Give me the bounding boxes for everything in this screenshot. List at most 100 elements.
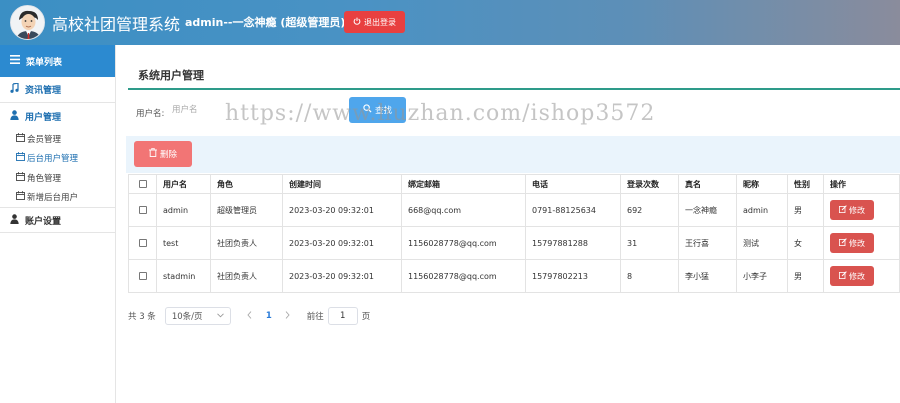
music-note-icon [10, 82, 19, 96]
chevron-down-icon [216, 311, 224, 321]
cell-role: 社团负责人 [210, 259, 283, 293]
calendar-icon [16, 133, 25, 145]
chevron-left-icon [247, 310, 252, 322]
menu-list-header: 菜单列表 [0, 45, 115, 77]
cell-login-count: 31 [620, 226, 679, 260]
row-select-cell [128, 193, 157, 227]
column-header-real-name: 真名 [678, 174, 737, 194]
column-header-phone: 电话 [525, 174, 621, 194]
row-checkbox[interactable] [138, 206, 147, 214]
table-header-row: 用户名 角色 创建时间 绑定邮箱 电话 登录次数 真名 昵称 性别 操作 [128, 174, 900, 194]
sidebar-item-label: 用户管理 [25, 112, 62, 123]
power-icon [353, 17, 361, 27]
row-checkbox[interactable] [138, 239, 147, 247]
user-icon [10, 213, 19, 227]
edit-button[interactable]: 修改 [830, 233, 874, 253]
cell-nickname: admin [736, 193, 788, 227]
row-select-cell [128, 259, 157, 293]
page-size-select[interactable]: 10条/页 [164, 307, 231, 325]
current-page-number[interactable]: 1 [266, 311, 272, 321]
edit-button[interactable]: 修改 [830, 266, 874, 286]
sidebar-subitem-label: 后台用户管理 [27, 154, 79, 165]
avatar [10, 5, 45, 40]
sidebar: 菜单列表 资讯管理 用户管理 会员管理 后台用户管理 角色管理 新增后台用户 账… [0, 45, 116, 403]
cell-nickname: 小李子 [736, 259, 788, 293]
sidebar-subitem-label: 会员管理 [27, 134, 62, 145]
username-search-input[interactable] [168, 97, 344, 123]
edit-button-label: 修改 [849, 238, 865, 248]
sidebar-subitem-role-management[interactable]: 角色管理 [0, 168, 115, 188]
cell-role: 社团负责人 [210, 226, 283, 260]
cell-role: 超级管理员 [210, 193, 283, 227]
trash-icon [148, 147, 157, 160]
edit-icon [839, 271, 847, 281]
user-icon [10, 109, 19, 123]
sidebar-item-news-management[interactable]: 资讯管理 [0, 77, 115, 103]
table-row: test 社团负责人 2023-03-20 09:32:01 115602877… [128, 226, 900, 260]
sidebar-item-label: 资讯管理 [25, 86, 62, 96]
table-row: stadmin 社团负责人 2023-03-20 09:32:01 115602… [128, 259, 900, 293]
delete-button[interactable]: 删除 [134, 141, 192, 167]
menu-list-title: 菜单列表 [26, 57, 63, 68]
cell-created-time: 2023-03-20 09:32:01 [282, 226, 402, 260]
sidebar-item-account-settings[interactable]: 账户设置 [0, 207, 115, 233]
cell-login-count: 8 [620, 259, 679, 293]
edit-button[interactable]: 修改 [830, 200, 874, 220]
column-header-nickname: 昵称 [736, 174, 788, 194]
cell-phone: 15797881288 [525, 226, 621, 260]
cell-gender: 女 [787, 226, 824, 260]
sidebar-item-label: 账户设置 [25, 216, 62, 227]
cell-email: 1156028778@qq.com [401, 226, 526, 260]
app-title: 高校社团管理系统 [52, 15, 181, 34]
logout-label: 退出登录 [364, 17, 396, 27]
search-button-label: 查找 [374, 106, 392, 116]
sidebar-subitem-label: 角色管理 [27, 173, 62, 184]
edit-button-label: 修改 [849, 205, 865, 215]
search-label: 用户名: [136, 109, 165, 119]
cell-phone: 15797802213 [525, 259, 621, 293]
cell-email: 668@qq.com [401, 193, 526, 227]
search-button[interactable]: 查找 [349, 97, 406, 123]
current-user-info: admin--一念神瘾 (超级管理员) [185, 16, 346, 29]
cell-username: test [156, 226, 211, 260]
cell-email: 1156028778@qq.com [401, 259, 526, 293]
top-header: 高校社团管理系统 admin--一念神瘾 (超级管理员) 退出登录 [0, 0, 900, 45]
edit-button-label: 修改 [849, 271, 865, 281]
cell-actions: 修改 [823, 226, 900, 260]
pagination: 共 3 条 10条/页 1 前往 页 [128, 306, 370, 326]
select-all-cell [128, 174, 157, 194]
logout-button[interactable]: 退出登录 [344, 11, 405, 33]
cell-gender: 男 [787, 193, 824, 227]
title-underline [128, 88, 900, 90]
main-content: 系统用户管理 用户名: 查找 删除 用户名 角色 创建时间 绑定邮箱 电话 登录… [124, 53, 900, 403]
column-header-email: 绑定邮箱 [401, 174, 526, 194]
row-checkbox[interactable] [138, 272, 147, 280]
cell-real-name: 李小猛 [678, 259, 737, 293]
cell-username: stadmin [156, 259, 211, 293]
page-suffix: 页 [361, 312, 371, 322]
sidebar-subitem-admin-user-management[interactable]: 后台用户管理 [0, 149, 115, 169]
cell-real-name: 一念神瘾 [678, 193, 737, 227]
prev-page-button[interactable] [243, 310, 257, 322]
cell-nickname: 测试 [736, 226, 788, 260]
table-row: admin 超级管理员 2023-03-20 09:32:01 668@qq.c… [128, 193, 900, 227]
cell-created-time: 2023-03-20 09:32:01 [282, 259, 402, 293]
column-header-created-time: 创建时间 [282, 174, 402, 194]
cell-phone: 0791-88125634 [525, 193, 621, 227]
sidebar-subitem-member-management[interactable]: 会员管理 [0, 129, 115, 149]
next-page-button[interactable] [281, 310, 295, 322]
sidebar-subitem-add-admin-user[interactable]: 新增后台用户 [0, 188, 115, 208]
select-all-checkbox[interactable] [138, 180, 147, 188]
page-jump-input[interactable] [327, 307, 358, 325]
table-toolbar: 删除 [126, 136, 900, 173]
edit-icon [839, 205, 847, 215]
page-title: 系统用户管理 [138, 69, 204, 82]
edit-icon [839, 238, 847, 248]
cell-login-count: 692 [620, 193, 679, 227]
cell-actions: 修改 [823, 193, 900, 227]
search-icon [363, 104, 372, 116]
calendar-icon [16, 172, 25, 184]
sidebar-item-user-management[interactable]: 用户管理 [0, 103, 115, 129]
total-count: 共 3 条 [128, 312, 156, 322]
page-size-value: 10条/页 [171, 312, 203, 322]
